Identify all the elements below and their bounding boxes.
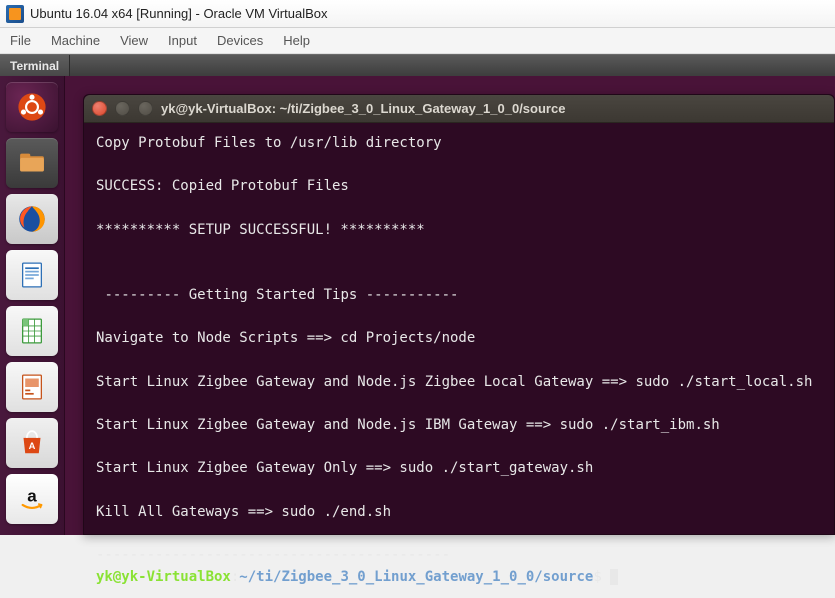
- menu-file[interactable]: File: [10, 33, 31, 48]
- menu-machine[interactable]: Machine: [51, 33, 100, 48]
- virtualbox-icon: [6, 5, 24, 23]
- terminal-line: ********** SETUP SUCCESSFUL! **********: [96, 222, 425, 238]
- folder-icon: [15, 146, 49, 180]
- launcher-impress[interactable]: [6, 362, 58, 412]
- terminal-cursor: [610, 569, 618, 585]
- minimize-icon[interactable]: [115, 101, 130, 116]
- active-app-label[interactable]: Terminal: [0, 55, 70, 76]
- virtualbox-window-title: Ubuntu 16.04 x64 [Running] - Oracle VM V…: [30, 6, 327, 21]
- terminal-line: Start Linux Zigbee Gateway Only ==> sudo…: [96, 460, 593, 476]
- ubuntu-workspace: A a yk@yk-VirtualBox: ~/ti/Zigbee_3_0_Li…: [0, 76, 835, 535]
- svg-text:a: a: [27, 487, 37, 506]
- terminal-titlebar[interactable]: yk@yk-VirtualBox: ~/ti/Zigbee_3_0_Linux_…: [84, 95, 834, 123]
- terminal-line: --------- Getting Started Tips ---------…: [96, 287, 458, 303]
- prompt-dollar: $: [593, 569, 610, 585]
- document-writer-icon: [15, 258, 49, 292]
- spreadsheet-icon: [15, 314, 49, 348]
- menu-view[interactable]: View: [120, 33, 148, 48]
- terminal-window: yk@yk-VirtualBox: ~/ti/Zigbee_3_0_Linux_…: [83, 94, 835, 535]
- menu-devices[interactable]: Devices: [217, 33, 263, 48]
- svg-text:A: A: [29, 441, 36, 451]
- amazon-icon: a: [15, 482, 49, 516]
- launcher-calc[interactable]: [6, 306, 58, 356]
- maximize-icon[interactable]: [138, 101, 153, 116]
- firefox-icon: [15, 202, 49, 236]
- prompt-user-host: yk@yk-VirtualBox: [96, 569, 231, 585]
- menu-help[interactable]: Help: [283, 33, 310, 48]
- terminal-line: Kill All Gateways ==> sudo ./end.sh: [96, 504, 391, 520]
- prompt-path: ~/ti/Zigbee_3_0_Linux_Gateway_1_0_0/sour…: [239, 569, 593, 585]
- unity-launcher: A a: [0, 76, 65, 535]
- ubuntu-panel: Terminal: [0, 54, 835, 76]
- launcher-amazon[interactable]: a: [6, 474, 58, 524]
- close-icon[interactable]: [92, 101, 107, 116]
- terminal-line: SUCCESS: Copied Protobuf Files: [96, 178, 349, 194]
- terminal-title: yk@yk-VirtualBox: ~/ti/Zigbee_3_0_Linux_…: [161, 101, 565, 116]
- terminal-line: Start Linux Zigbee Gateway and Node.js I…: [96, 417, 720, 433]
- terminal-line: Start Linux Zigbee Gateway and Node.js Z…: [96, 374, 812, 390]
- terminal-line: Copy Protobuf Files to /usr/lib director…: [96, 135, 442, 151]
- launcher-writer[interactable]: [6, 250, 58, 300]
- virtualbox-titlebar: Ubuntu 16.04 x64 [Running] - Oracle VM V…: [0, 0, 835, 28]
- menu-input[interactable]: Input: [168, 33, 197, 48]
- virtualbox-menubar: File Machine View Input Devices Help: [0, 28, 835, 54]
- prompt-colon: :: [231, 569, 239, 585]
- launcher-firefox[interactable]: [6, 194, 58, 244]
- terminal-body[interactable]: Copy Protobuf Files to /usr/lib director…: [84, 123, 834, 598]
- launcher-software[interactable]: A: [6, 418, 58, 468]
- presentation-icon: [15, 370, 49, 404]
- launcher-dash[interactable]: [6, 82, 58, 132]
- launcher-files[interactable]: [6, 138, 58, 188]
- terminal-line: Navigate to Node Scripts ==> cd Projects…: [96, 330, 475, 346]
- terminal-line: ----------------------------------------…: [96, 547, 450, 563]
- ubuntu-logo-icon: [15, 90, 49, 124]
- shopping-bag-icon: A: [15, 426, 49, 460]
- desktop-area: yk@yk-VirtualBox: ~/ti/Zigbee_3_0_Linux_…: [65, 76, 835, 535]
